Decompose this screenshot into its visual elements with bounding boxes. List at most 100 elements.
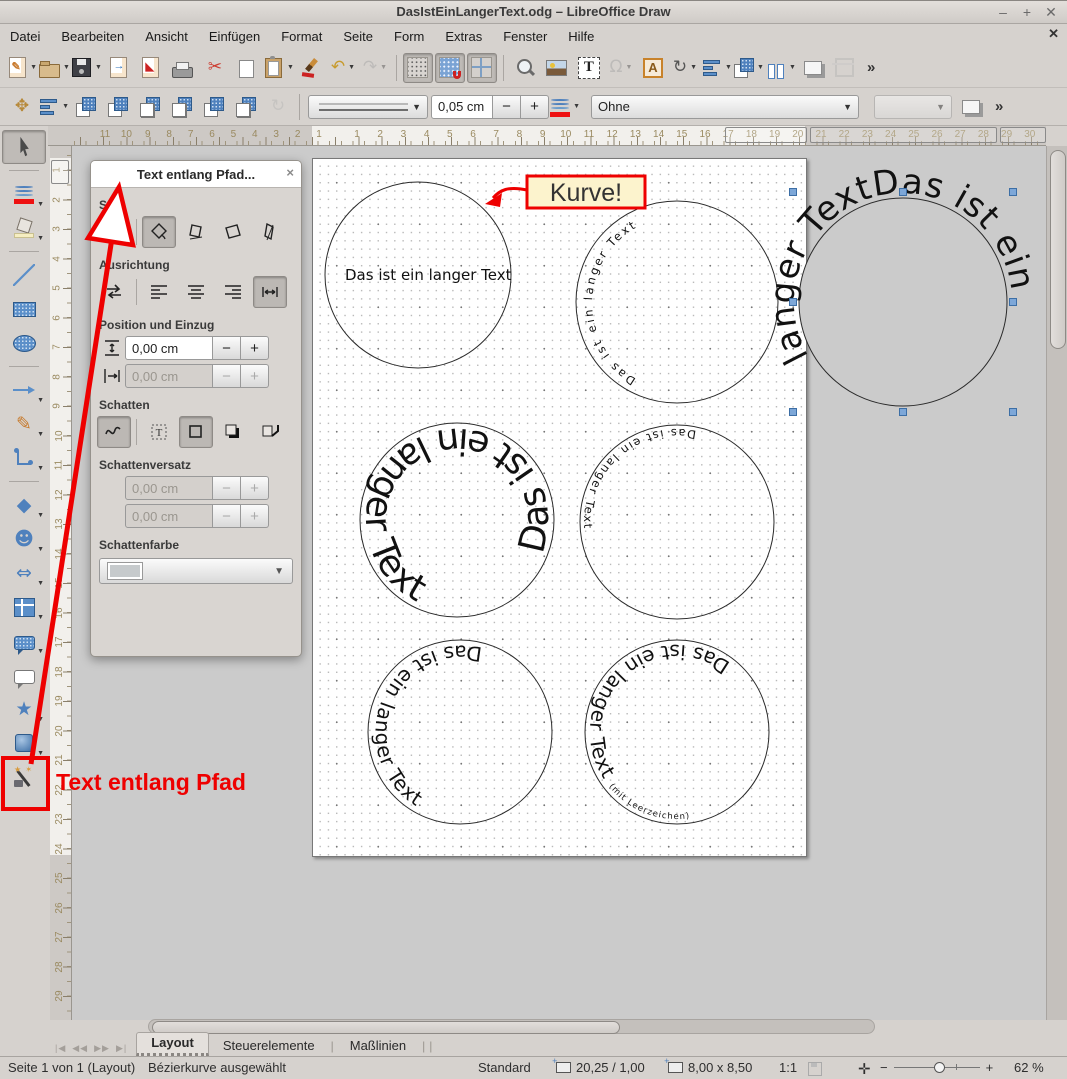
fontwork-style-slant-horizontal-button[interactable] — [216, 216, 250, 248]
minimize-button[interactable]: – — [991, 1, 1015, 23]
symbol-shapes-button[interactable]: ☻▼ — [2, 522, 46, 556]
bring-to-front-button[interactable] — [71, 92, 101, 122]
display-grid-button[interactable] — [403, 53, 433, 83]
3d-objects-button[interactable]: ▼ — [2, 726, 46, 760]
fontwork-distance-decrease-button[interactable]: − — [213, 336, 241, 360]
align-objects-button[interactable]: ▼ — [702, 53, 732, 83]
menu-hilfe[interactable]: Hilfe — [568, 29, 594, 44]
to-background-button[interactable] — [231, 92, 261, 122]
send-to-back-button[interactable] — [167, 92, 197, 122]
line-style-select[interactable]: ▼ — [308, 95, 428, 119]
drawing-circle-c4[interactable] — [580, 425, 774, 619]
connectors-button[interactable]: ▼ — [2, 441, 46, 475]
line-color-button[interactable]: ▼ — [550, 92, 580, 122]
menu-extras[interactable]: Extras — [445, 29, 482, 44]
tab-layout[interactable]: Layout — [136, 1032, 209, 1056]
select-button[interactable] — [2, 130, 46, 164]
fill-color-button[interactable]: ▼ — [2, 211, 46, 245]
lines-and-arrows-button[interactable]: ▼ — [2, 373, 46, 407]
new-document-button[interactable]: ✎▼ — [7, 53, 37, 83]
snap-to-grid-button[interactable] — [435, 53, 465, 83]
vertical-ruler[interactable]: 1234567891011121314151617181920212223242… — [50, 146, 72, 1020]
callouts-button[interactable]: ▼ — [2, 624, 46, 658]
fontwork-vertical-shadow-button[interactable] — [216, 416, 250, 448]
fontwork-shadow-y-input[interactable]: 0,00 cm — [125, 504, 213, 528]
zoom-slider-thumb[interactable] — [934, 1062, 945, 1073]
line-width-decrease-button[interactable]: − — [493, 95, 521, 119]
vertical-scrollbar[interactable] — [1046, 146, 1067, 1020]
line-color-button[interactable]: ▼ — [2, 177, 46, 211]
fill-color-select[interactable]: ▼ — [874, 95, 952, 119]
fontwork-distance-input[interactable]: 0,00 cm — [125, 336, 213, 360]
fontwork-text-contour-button[interactable]: T — [142, 416, 176, 448]
menu-datei[interactable]: Datei — [10, 29, 40, 44]
fontwork-indent-decrease-button[interactable]: − — [213, 364, 241, 388]
fontwork-align-left-button[interactable] — [142, 276, 176, 308]
rectangle-button[interactable] — [2, 292, 46, 326]
horizontal-ruler[interactable]: 1110987654321123456789101112131415161718… — [72, 126, 1046, 146]
scale-indicator[interactable]: 1:1 — [779, 1060, 797, 1075]
menu-ansicht[interactable]: Ansicht — [145, 29, 188, 44]
line-width-input[interactable]: 0,05 cm — [431, 95, 493, 119]
selection-handle[interactable] — [900, 189, 907, 196]
fontwork-style-upright-button[interactable] — [179, 216, 213, 248]
fontwork-style-rotate-button[interactable] — [142, 216, 176, 248]
fontwork-no-shadow-button[interactable] — [179, 416, 213, 448]
toolbar-overflow-button[interactable]: » — [867, 59, 875, 76]
arrange-button[interactable]: ▼ — [734, 53, 764, 83]
zoom-slider[interactable]: −+ — [880, 1060, 993, 1075]
fontwork-dialog-titlebar[interactable]: Text entlang Pfad... × — [91, 161, 301, 188]
horizontal-scrollbar[interactable] — [148, 1019, 875, 1034]
fontwork-shadow-y-decrease-button[interactable]: − — [213, 504, 241, 528]
fontwork-style-slant-vertical-button[interactable] — [253, 216, 287, 248]
shadow-color-dropdown[interactable]: ▼ — [99, 558, 293, 584]
send-backward-button[interactable] — [135, 92, 165, 122]
fontwork-align-center-button[interactable] — [179, 276, 213, 308]
rotate-button[interactable]: ↻▼ — [670, 53, 700, 83]
menu-format[interactable]: Format — [281, 29, 322, 44]
crop-button[interactable] — [830, 53, 860, 83]
selection-handle[interactable] — [1010, 299, 1017, 306]
selection-handle[interactable] — [1010, 189, 1017, 196]
fontwork-indent-increase-button[interactable]: + — [241, 364, 269, 388]
selection-handle[interactable] — [790, 409, 797, 416]
selection-handle[interactable] — [1010, 409, 1017, 416]
fontwork-text-along-path-button[interactable] — [2, 760, 46, 794]
position-and-size-button[interactable]: ↻ — [263, 92, 293, 122]
text-callout-button[interactable] — [2, 658, 46, 692]
fontwork-shadow-y-increase-button[interactable]: + — [241, 504, 269, 528]
fontwork-align-right-button[interactable] — [216, 276, 250, 308]
align-button[interactable]: ▼ — [39, 92, 69, 122]
fontwork-slant-shadow-button[interactable] — [253, 416, 287, 448]
menu-bearbeiten[interactable]: Bearbeiten — [61, 29, 124, 44]
fontwork-autosize-button[interactable] — [253, 276, 287, 308]
clone-formatting-button[interactable] — [296, 53, 326, 83]
toolbar-overflow-button[interactable]: » — [995, 98, 1003, 115]
copy-button[interactable] — [232, 53, 262, 83]
shadow-button[interactable] — [798, 53, 828, 83]
curves-and-polygons-button[interactable]: ✎▼ — [2, 407, 46, 441]
export-button[interactable]: → — [104, 53, 134, 83]
tab-maßlinien[interactable]: Maßlinien — [336, 1036, 420, 1056]
next-page-button[interactable]: ▶▶ — [94, 1043, 110, 1053]
transformations-button[interactable]: ✥ — [7, 92, 37, 122]
special-character-button[interactable]: Ω▼ — [606, 53, 636, 83]
fontwork-contour-button[interactable] — [97, 416, 131, 448]
first-page-button[interactable]: |◀ — [55, 1043, 66, 1053]
save-button[interactable]: ▼ — [72, 53, 102, 83]
vertical-scrollbar-thumb[interactable] — [1050, 150, 1066, 349]
undo-button[interactable]: ↶▼ — [328, 53, 358, 83]
selection-handle[interactable] — [790, 189, 797, 196]
fontwork-style-off-button[interactable] — [97, 216, 131, 248]
fontwork-shadow-x-decrease-button[interactable]: − — [213, 476, 241, 500]
menu-seite[interactable]: Seite — [343, 29, 373, 44]
bring-forward-button[interactable] — [103, 92, 133, 122]
drawing-circle-c2[interactable] — [576, 201, 778, 403]
close-button[interactable]: ✕ — [1039, 1, 1063, 23]
fontwork-orientation-button[interactable] — [97, 276, 131, 308]
selection-handle[interactable] — [790, 299, 797, 306]
fill-style-select[interactable]: Ohne▼ — [591, 95, 859, 119]
print-button[interactable] — [168, 53, 198, 83]
horizontal-scrollbar-thumb[interactable] — [152, 1021, 620, 1034]
fit-page-icon[interactable]: ✛ — [858, 1060, 871, 1078]
